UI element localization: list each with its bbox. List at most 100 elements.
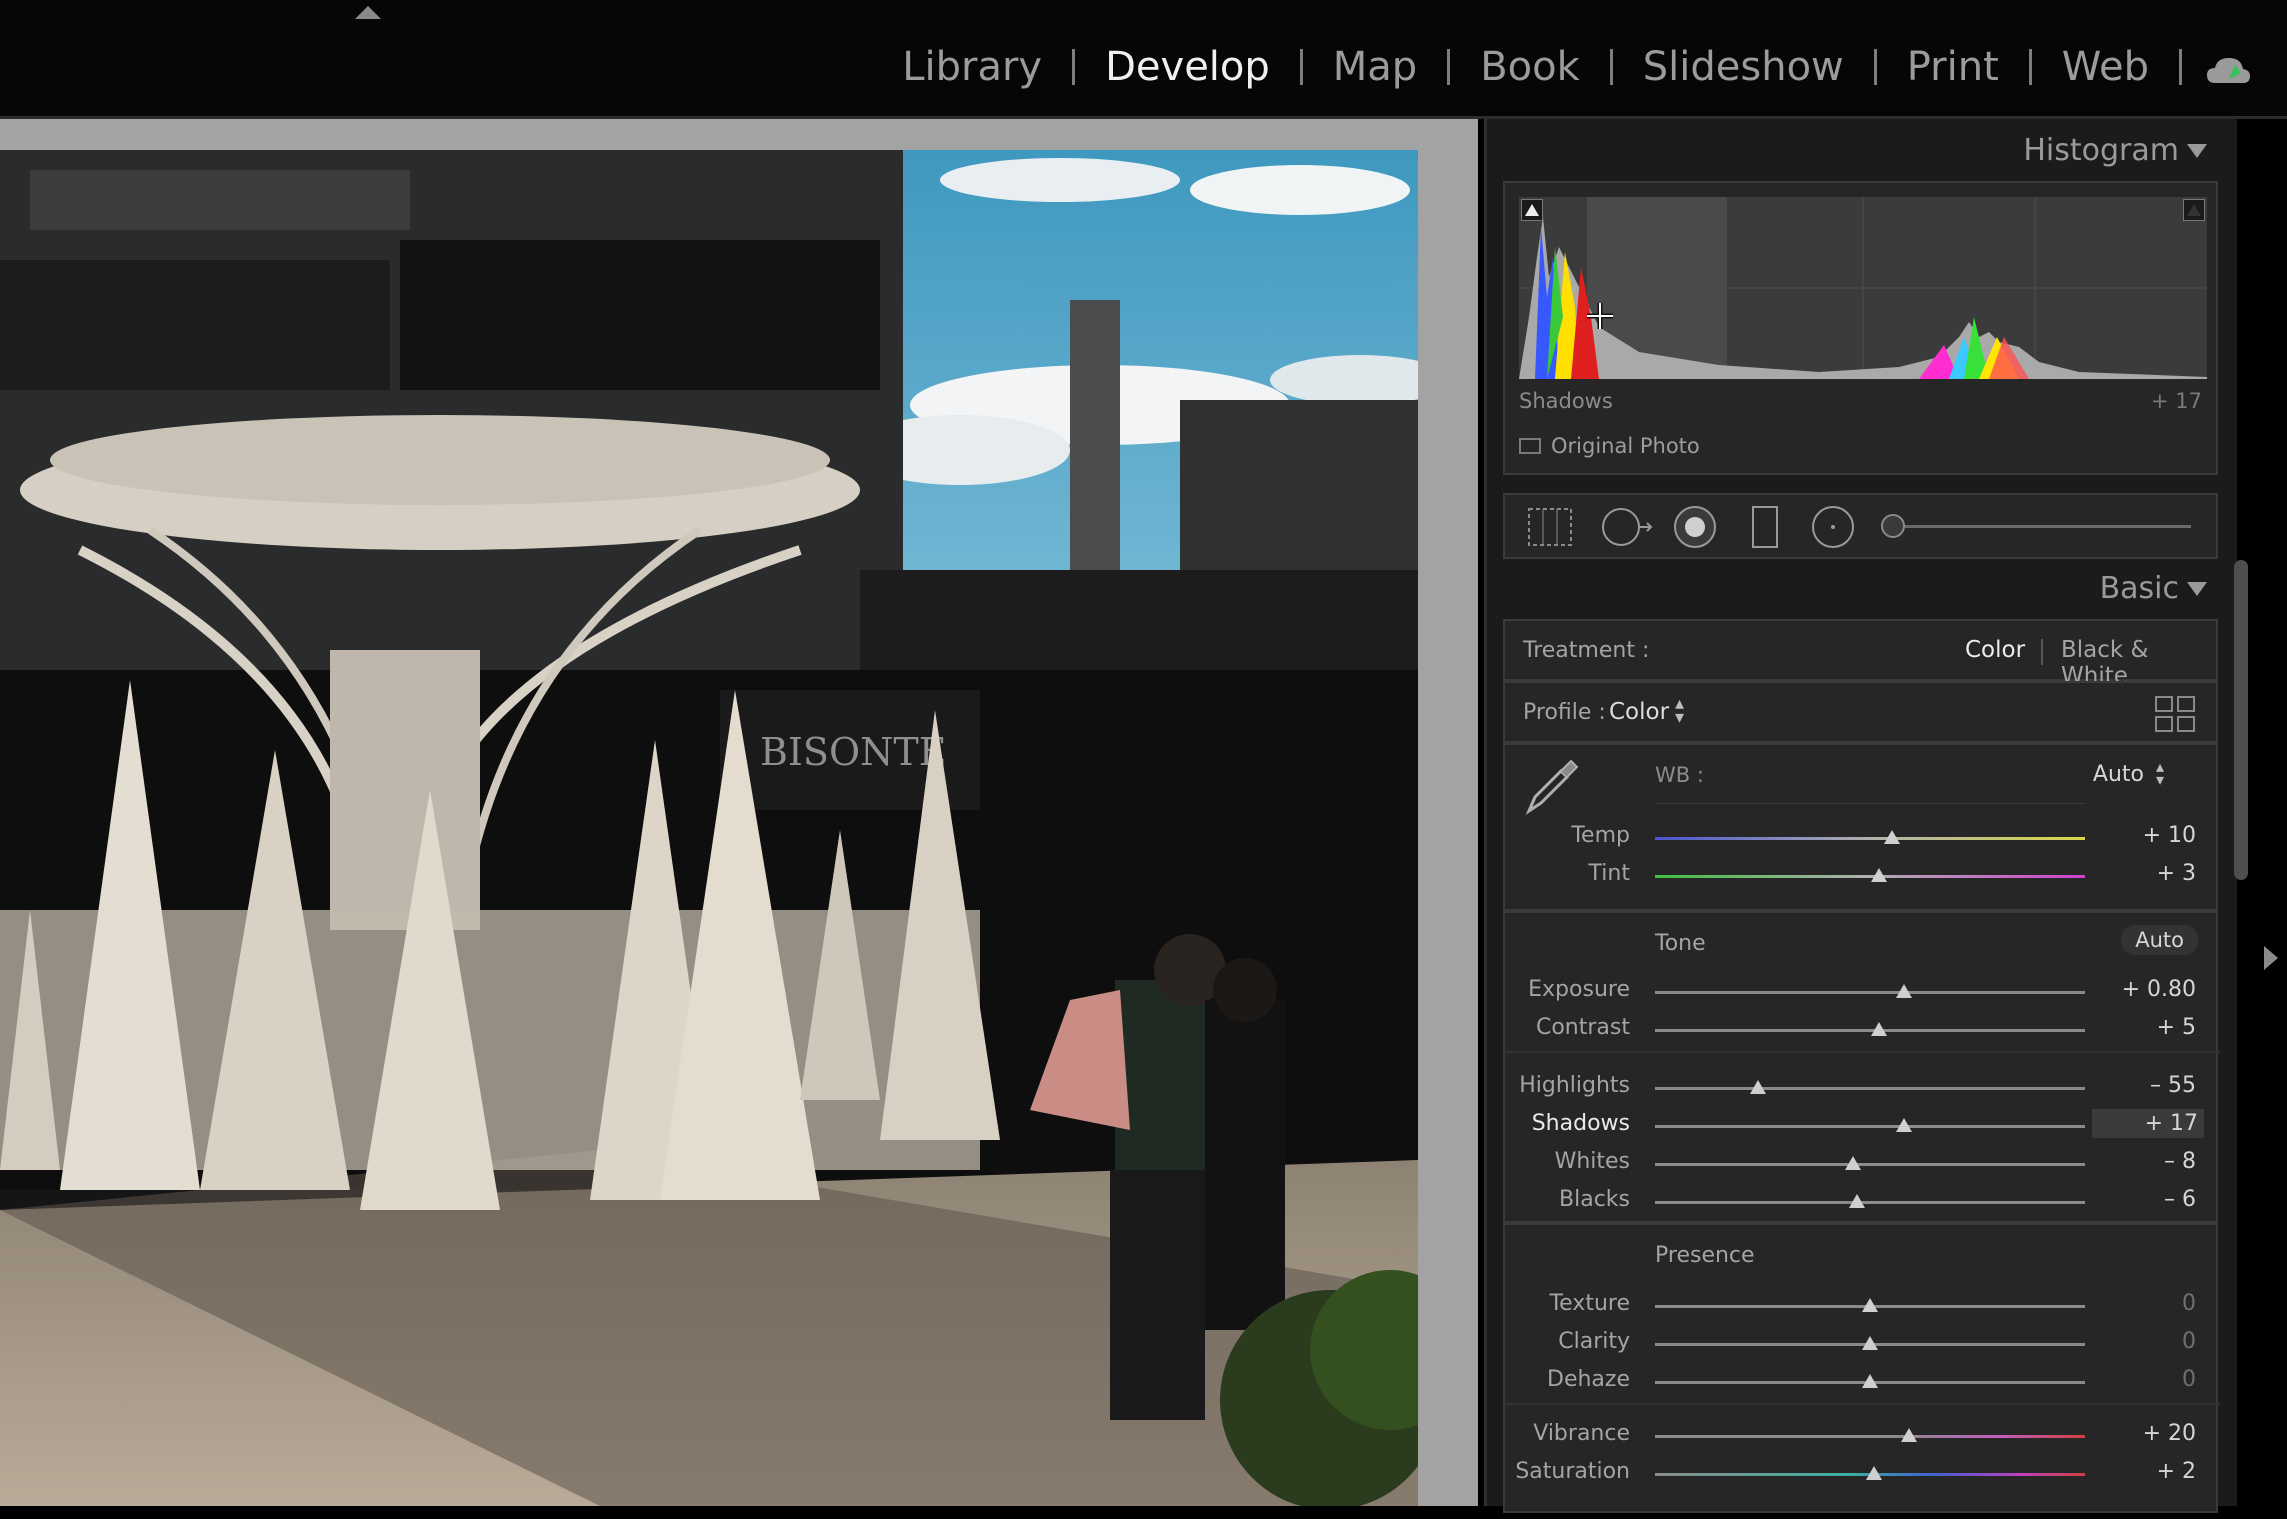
blacks-value[interactable]: – 6: [2164, 1187, 2196, 1212]
shadows-track[interactable]: [1655, 1125, 2085, 1128]
clarity-value[interactable]: 0: [2182, 1329, 2196, 1354]
texture-thumb[interactable]: [1862, 1298, 1878, 1312]
dehaze-value[interactable]: 0: [2182, 1367, 2196, 1392]
histogram-graph[interactable]: [1519, 197, 2207, 379]
dehaze-thumb[interactable]: [1862, 1374, 1878, 1388]
store-sign: BISONTE: [760, 730, 946, 774]
basic-title: Basic: [2099, 571, 2179, 606]
texture-value[interactable]: 0: [2182, 1291, 2196, 1316]
clarity-thumb[interactable]: [1862, 1336, 1878, 1350]
profile-row: Profile : Color ▴ ▾: [1503, 681, 2218, 743]
histogram-plot: [1519, 197, 2207, 379]
treatment-color-option[interactable]: Color: [1965, 637, 2025, 663]
treatment-label: Treatment :: [1523, 638, 1650, 663]
eyedropper-icon[interactable]: [1521, 753, 1585, 817]
highlights-track[interactable]: [1655, 1087, 2085, 1090]
tint-value[interactable]: + 3: [2157, 861, 2196, 886]
spot-removal-icon[interactable]: [1599, 503, 1659, 551]
highlight-clipping-icon[interactable]: [2183, 199, 2205, 221]
saturation-label: Saturation: [1515, 1459, 1630, 1484]
collapse-top-panel-icon[interactable]: [355, 6, 381, 19]
profile-stepper-icon[interactable]: ▴ ▾: [1675, 695, 1684, 727]
module-develop[interactable]: Develop: [1075, 44, 1300, 90]
vibrance-value[interactable]: + 20: [2143, 1421, 2196, 1446]
wb-label: WB :: [1655, 763, 1704, 787]
tone-auto-button[interactable]: Auto: [2121, 925, 2198, 955]
whites-thumb[interactable]: [1844, 1156, 1861, 1170]
shadow-clipping-icon[interactable]: [1521, 199, 1543, 221]
contrast-value[interactable]: + 5: [2157, 1015, 2196, 1040]
profile-select[interactable]: Color: [1609, 699, 1669, 725]
tint-label: Tint: [1588, 861, 1630, 886]
module-print[interactable]: Print: [1877, 44, 2029, 90]
exposure-track[interactable]: [1655, 991, 2085, 994]
temp-track[interactable]: [1655, 837, 2085, 840]
wb-stepper-icon[interactable]: ▴ ▾: [2156, 759, 2164, 788]
vibrance-thumb[interactable]: [1900, 1428, 1917, 1442]
vibrance-track[interactable]: [1655, 1435, 2085, 1438]
blacks-track[interactable]: [1655, 1201, 2085, 1204]
adjustment-brush-slider[interactable]: [1881, 514, 2191, 538]
cursor-move-icon: [1587, 303, 1613, 329]
module-slideshow[interactable]: Slideshow: [1613, 44, 1874, 90]
highlights-label: Highlights: [1519, 1073, 1630, 1098]
collapse-triangle-icon[interactable]: [2187, 144, 2207, 158]
cloud-sync-icon[interactable]: [2205, 55, 2251, 85]
photo-image[interactable]: BISONTE: [0, 150, 1418, 1506]
module-book[interactable]: Book: [1450, 44, 1610, 90]
red-eye-icon[interactable]: [1671, 503, 1719, 551]
original-photo-checkbox[interactable]: [1519, 438, 1541, 454]
shadows-thumb[interactable]: [1896, 1118, 1913, 1132]
dehaze-label: Dehaze: [1547, 1367, 1630, 1392]
treatment-separator: [2041, 639, 2043, 665]
module-library[interactable]: Library: [872, 44, 1072, 90]
shadows-value[interactable]: + 17: [2092, 1109, 2204, 1138]
expand-right-panel-icon[interactable]: [2264, 946, 2278, 970]
presence-divider: [1505, 1403, 2220, 1405]
photo-canvas: BISONTE: [0, 119, 1478, 1506]
highlights-thumb[interactable]: [1750, 1080, 1767, 1094]
presence-label: Presence: [1655, 1243, 1755, 1268]
clarity-label: Clarity: [1558, 1329, 1630, 1354]
shadows-label: Shadows: [1531, 1111, 1630, 1136]
develop-right-panel: Histogram Shadows + 17 Original Photo Ba…: [1484, 119, 2237, 1513]
histogram-title: Histogram: [2023, 133, 2179, 168]
profile-browser-grid-icon[interactable]: [2154, 695, 2196, 733]
brush-slider-knob[interactable]: [1881, 514, 1905, 538]
highlights-value[interactable]: – 55: [2150, 1073, 2196, 1098]
tone-label: Tone: [1655, 931, 1706, 956]
histogram-header[interactable]: Histogram: [1487, 119, 2237, 181]
radial-filter-icon[interactable]: [1809, 503, 1857, 551]
module-picker: Library Develop Map Book Slideshow Print…: [872, 44, 2182, 90]
whites-track[interactable]: [1655, 1163, 2085, 1166]
module-bar: Library Develop Map Book Slideshow Print…: [0, 0, 2287, 119]
white-balance-group: WB : Auto ▴ ▾ Temp + 10 Tint + 3: [1503, 743, 2218, 911]
blacks-thumb[interactable]: [1849, 1194, 1866, 1208]
wb-select[interactable]: Auto: [2093, 762, 2144, 787]
module-map[interactable]: Map: [1303, 44, 1447, 90]
temp-value[interactable]: + 10: [2143, 823, 2196, 848]
exposure-thumb[interactable]: [1896, 984, 1913, 998]
module-separator: [2179, 49, 2182, 85]
contrast-thumb[interactable]: [1870, 1022, 1887, 1036]
original-photo-label[interactable]: Original Photo: [1551, 434, 1700, 458]
profile-label: Profile :: [1523, 700, 1606, 725]
basic-panel: Treatment : Color Black & White Profile …: [1503, 619, 2220, 1519]
tint-thumb[interactable]: [1870, 868, 1887, 882]
saturation-value[interactable]: + 2: [2157, 1459, 2196, 1484]
tone-group: Tone Auto Exposure + 0.80 Contrast + 5 H…: [1503, 911, 2220, 1223]
collapse-triangle-icon[interactable]: [2187, 582, 2207, 596]
panel-scrollbar[interactable]: [2234, 560, 2248, 880]
temp-thumb[interactable]: [1883, 830, 1900, 844]
contrast-label: Contrast: [1535, 1015, 1630, 1040]
basic-header[interactable]: Basic: [1487, 557, 2237, 619]
graduated-filter-icon[interactable]: [1745, 503, 1785, 551]
module-web[interactable]: Web: [2032, 44, 2179, 90]
crop-overlay-icon[interactable]: [1525, 505, 1575, 549]
whites-label: Whites: [1554, 1149, 1630, 1174]
saturation-thumb[interactable]: [1866, 1466, 1883, 1480]
exposure-value[interactable]: + 0.80: [2122, 977, 2196, 1002]
presence-group: Presence Texture 0 Clarity 0 Dehaze 0 Vi…: [1503, 1223, 2220, 1513]
treatment-row: Treatment : Color Black & White: [1503, 619, 2218, 689]
whites-value[interactable]: – 8: [2164, 1149, 2196, 1174]
